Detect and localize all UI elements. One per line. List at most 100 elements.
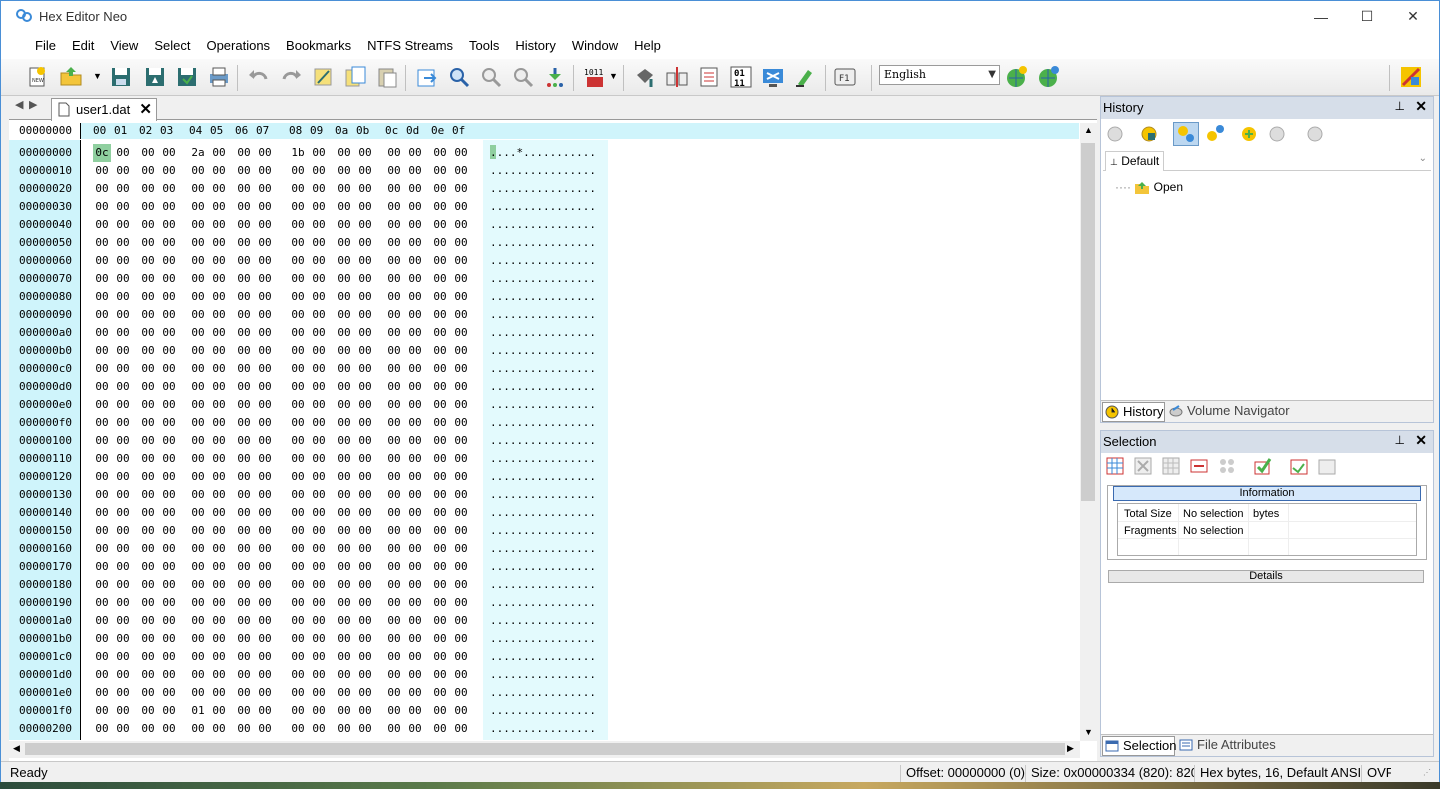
hex-byte[interactable]: 00 [289,486,307,504]
hex-byte[interactable]: 00 [256,666,274,684]
hex-byte[interactable]: 00 [335,396,353,414]
hex-byte[interactable]: 00 [310,576,328,594]
hex-byte[interactable]: 00 [160,522,178,540]
hex-byte[interactable]: 00 [114,468,132,486]
hex-byte[interactable]: 00 [385,378,403,396]
hex-byte[interactable]: 00 [160,648,178,666]
hex-byte[interactable]: 00 [335,468,353,486]
hex-byte[interactable]: 00 [406,180,424,198]
hex-byte[interactable]: 00 [289,306,307,324]
hex-byte[interactable]: 00 [114,594,132,612]
hex-byte[interactable]: 00 [256,702,274,720]
hex-byte[interactable]: 00 [139,450,157,468]
menu-file[interactable]: File [27,32,64,59]
undo-icon[interactable] [247,65,271,89]
history-branch-icon[interactable] [1205,124,1225,144]
hex-byte[interactable]: 00 [289,468,307,486]
hex-byte[interactable]: 00 [431,558,449,576]
hex-byte[interactable]: 00 [406,432,424,450]
hex-byte[interactable]: 00 [139,432,157,450]
hex-byte[interactable]: 00 [210,270,228,288]
hex-byte[interactable]: 00 [189,252,207,270]
menu-operations[interactable]: Operations [198,32,278,59]
hex-byte[interactable]: 00 [93,666,111,684]
hex-byte[interactable]: 00 [93,378,111,396]
hex-byte[interactable]: 00 [93,576,111,594]
hex-byte[interactable]: 00 [139,144,157,162]
save-selection-icon[interactable] [1317,456,1337,476]
hex-byte[interactable]: 00 [385,144,403,162]
hex-byte[interactable]: 00 [406,666,424,684]
ascii-text[interactable]: ................ [490,360,596,378]
hex-byte[interactable]: 00 [189,576,207,594]
hex-byte[interactable]: 00 [289,270,307,288]
help-f1-icon[interactable]: F1 [833,65,857,89]
status-offset[interactable]: Offset: 00000000 (0) [900,765,1026,783]
hex-byte[interactable]: 00 [160,144,178,162]
hex-row[interactable]: 00000150 00 00 00 00 00 00 00 00 00 00 00 00 00 00 00 00… [9,522,1079,540]
hex-byte[interactable]: 00 [310,234,328,252]
hex-byte[interactable]: 00 [452,342,470,360]
chevron-down-icon[interactable]: ⌄ [1419,153,1427,164]
hex-row[interactable]: 00000190 00 00 00 00 00 00 00 00 00 00 00 00 00 00 00 00… [9,594,1079,612]
hex-byte[interactable]: 00 [160,324,178,342]
hex-byte[interactable]: 00 [93,486,111,504]
hex-byte[interactable]: 00 [189,270,207,288]
hex-byte[interactable]: 00 [385,342,403,360]
hex-byte[interactable]: 00 [356,684,374,702]
ascii-text[interactable]: ................ [490,198,596,216]
hex-byte[interactable]: 00 [256,630,274,648]
hex-byte[interactable]: 00 [160,612,178,630]
hex-byte[interactable]: 00 [335,270,353,288]
color-scheme-icon[interactable] [1399,65,1423,89]
hex-row[interactable]: 000000e0 00 00 00 00 00 00 00 00 00 00 00 00 00 00 00 00… [9,396,1079,414]
hex-byte[interactable]: 00 [335,486,353,504]
hex-byte[interactable]: 00 [256,180,274,198]
hex-byte[interactable]: 00 [189,162,207,180]
hex-byte[interactable]: 00 [93,432,111,450]
hex-byte[interactable]: 00 [114,234,132,252]
hex-byte[interactable]: 00 [406,234,424,252]
hex-byte[interactable]: 00 [114,612,132,630]
hex-byte[interactable]: 00 [93,216,111,234]
hex-byte[interactable]: 00 [310,702,328,720]
hex-byte[interactable]: 00 [235,270,253,288]
hex-byte[interactable]: 00 [431,324,449,342]
hex-byte[interactable]: 00 [256,216,274,234]
hex-byte[interactable]: 00 [289,396,307,414]
hex-byte[interactable]: 00 [93,468,111,486]
hex-byte[interactable]: 00 [452,396,470,414]
hex-byte[interactable]: 00 [406,342,424,360]
hex-byte[interactable]: 00 [114,432,132,450]
hex-byte[interactable]: 00 [189,414,207,432]
hex-byte[interactable]: 00 [431,396,449,414]
hex-byte[interactable]: 00 [406,522,424,540]
hex-byte[interactable]: 00 [210,684,228,702]
hex-byte[interactable]: 00 [139,180,157,198]
hex-byte[interactable]: 00 [139,324,157,342]
hex-byte[interactable]: 00 [452,162,470,180]
hex-byte[interactable]: 00 [256,594,274,612]
hex-byte[interactable]: 00 [210,252,228,270]
hex-byte[interactable]: 00 [310,540,328,558]
hex-byte[interactable]: 00 [93,684,111,702]
hex-byte[interactable]: 00 [256,720,274,738]
hex-byte[interactable]: 00 [335,252,353,270]
hex-byte[interactable]: 00 [160,234,178,252]
hex-byte[interactable]: 00 [406,306,424,324]
hex-byte[interactable]: 00 [431,216,449,234]
hex-byte[interactable]: 00 [289,540,307,558]
menu-select[interactable]: Select [146,32,198,59]
hex-row[interactable]: 000000d0 00 00 00 00 00 00 00 00 00 00 00 00 00 00 00 00… [9,378,1079,396]
hex-byte[interactable]: 00 [335,594,353,612]
history-clear-icon[interactable] [1305,124,1325,144]
hex-byte[interactable]: 00 [93,450,111,468]
hex-row[interactable]: 00000010 00 00 00 00 00 00 00 00 00 00 00 00 00 00 00 00… [9,162,1079,180]
hex-byte[interactable]: 00 [335,198,353,216]
hex-byte[interactable]: 00 [189,288,207,306]
hex-byte[interactable]: 00 [385,504,403,522]
hex-byte[interactable]: 00 [406,162,424,180]
fullscreen-icon[interactable] [761,65,785,89]
hex-byte[interactable]: 00 [335,666,353,684]
hex-byte[interactable]: 00 [310,288,328,306]
